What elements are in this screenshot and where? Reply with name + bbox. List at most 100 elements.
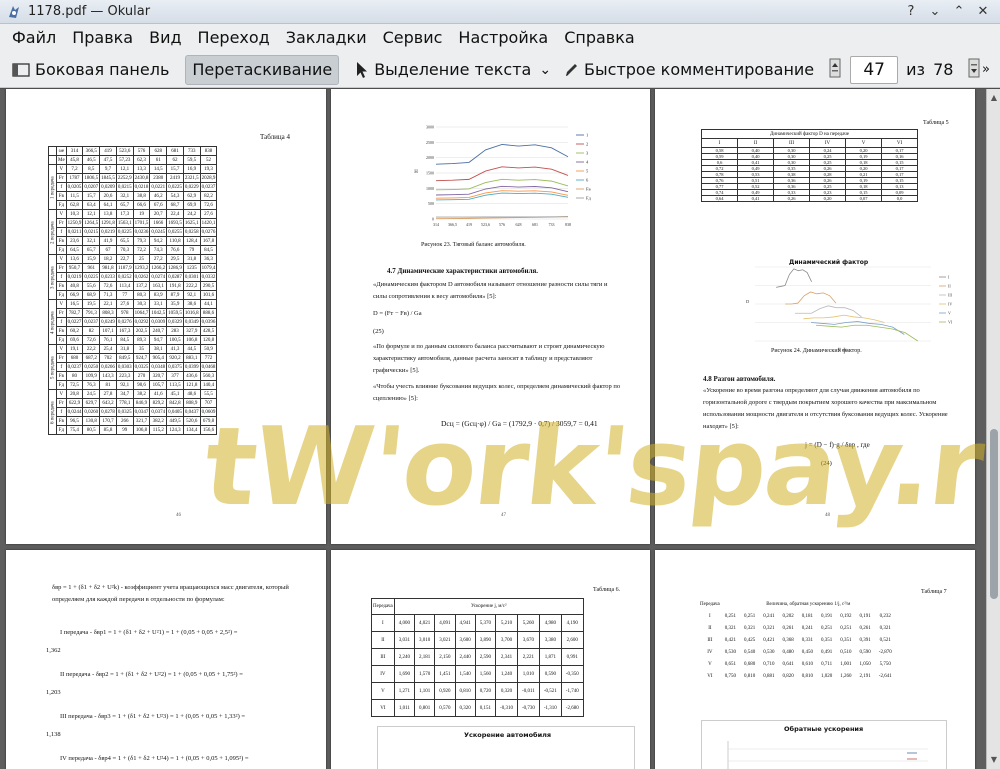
- table-cell: 978: [115, 308, 134, 318]
- table-cell: 0,720: [474, 682, 497, 700]
- table-cell: 19,3: [199, 164, 218, 174]
- sidebar-toggle-button[interactable]: Боковая панель: [6, 55, 175, 85]
- table-cell: 0,321: [763, 625, 775, 631]
- menu-bookmarks[interactable]: Закладки: [278, 24, 375, 52]
- table-cell: 950,7: [65, 263, 84, 273]
- text-select-tool-button[interactable]: Выделение текста: [349, 55, 537, 85]
- quick-comment-button[interactable]: Быстрое комментирование: [557, 55, 820, 85]
- table-cell: 0,0399: [182, 362, 201, 372]
- table-cell: 19,5: [82, 299, 101, 309]
- maximize-icon[interactable]: ⌃: [948, 2, 970, 22]
- table-cell: 19,1: [65, 344, 84, 354]
- table-cell: 33,1: [149, 299, 168, 309]
- table-cell: 67,6: [149, 200, 168, 210]
- vertical-scrollbar[interactable]: ▲ ▼: [986, 89, 1000, 769]
- help-icon[interactable]: ?: [900, 2, 922, 22]
- table-cell: 0,0348: [149, 362, 168, 372]
- page-number: 46: [176, 513, 181, 518]
- table-cell: 2,590: [474, 648, 497, 666]
- table-cell: 46,2: [149, 191, 168, 201]
- menu-settings[interactable]: Настройка: [450, 24, 556, 52]
- x-tick-label: 419: [466, 222, 472, 227]
- document-view[interactable]: Таблица 4 ωe 314 366,5 419 523,6 576 628 681 733…: [0, 89, 986, 769]
- gear-label-cell: 4 передача: [48, 299, 57, 345]
- table-cell: -2,680: [560, 699, 584, 717]
- table-cell: Fт: [56, 218, 67, 228]
- table-row: Fт 782,7 791,3 808,3 978 1064,7 1042,5 1059,5 10…: [49, 308, 218, 318]
- table-cell: 18,2: [99, 254, 117, 264]
- more-tools-icon[interactable]: »: [982, 62, 990, 77]
- scroll-up-icon[interactable]: ▲: [987, 91, 1000, 105]
- table-cell: 0,0219: [99, 227, 117, 237]
- table-cell: 0,0233: [99, 272, 117, 282]
- table-cell: 36,3: [199, 254, 218, 264]
- minimize-icon[interactable]: ⌄: [924, 2, 946, 22]
- page-down-icon[interactable]: [967, 58, 981, 82]
- page-number: 48: [825, 513, 830, 518]
- table-header-cell: VI: [881, 138, 918, 148]
- table-cell: V: [371, 682, 395, 700]
- table-header-cell: Ускорение j, м/с²: [393, 598, 584, 615]
- table-cell: 71,3: [99, 290, 117, 300]
- table-cell: 778,1: [115, 398, 134, 408]
- table-cell: 41,9: [99, 236, 117, 246]
- page-up-icon[interactable]: [828, 58, 842, 82]
- table-cell: 0,0205: [65, 182, 84, 192]
- table-cell: 0,0215: [82, 227, 101, 237]
- menu-view[interactable]: Вид: [141, 24, 189, 52]
- table-cell: 65,7: [115, 200, 134, 210]
- table-cell: 170,7: [99, 416, 117, 426]
- series-line: [435, 143, 569, 165]
- y-tick-label: 2500: [426, 140, 434, 145]
- table-cell: 0,421: [724, 637, 737, 643]
- table-cell: 1266,2: [149, 263, 168, 273]
- table-cell: 1264,5: [82, 218, 101, 228]
- table-cell: 3,031: [393, 631, 416, 649]
- table-cell: 12,1: [115, 164, 134, 174]
- formula-line: I передача - δвр1 = 1 + (δ1 + δ2 + U²1) …: [60, 629, 238, 636]
- table-cell: 109,9: [82, 371, 101, 381]
- table-row: Fд 66,9 68,9 71,3 77 80,3 83,9 87,9 92,1 101,6: [49, 290, 218, 300]
- x-tick-label: 628: [516, 222, 522, 227]
- browse-tool-button[interactable]: Перетаскивание: [185, 54, 340, 85]
- menu-help[interactable]: Справка: [556, 24, 643, 52]
- menu-edit[interactable]: Правка: [64, 24, 141, 52]
- table-cell: 327,9: [182, 326, 201, 336]
- table-cell: 0,0225: [82, 272, 101, 282]
- table-cell: 0,711: [821, 661, 833, 667]
- table-cell: 89,3: [132, 335, 151, 345]
- x-tick-label: 576: [499, 222, 505, 227]
- table-cell: 134,4: [182, 425, 201, 435]
- menu-tools[interactable]: Сервис: [375, 24, 451, 52]
- table-cell: 81: [99, 380, 117, 390]
- table-cell: 38,2: [132, 389, 151, 399]
- table-cell: 62: [166, 155, 184, 165]
- table-cell: 45,1: [166, 389, 184, 399]
- scroll-down-icon[interactable]: ▼: [987, 753, 1000, 767]
- table-cell: 106,8: [132, 425, 151, 435]
- table-cell: 1286,9: [166, 263, 184, 273]
- table-cell: 321,7: [132, 416, 151, 426]
- legend-label: Fв: [586, 187, 591, 192]
- legend-label: III: [948, 293, 953, 298]
- table-cell: 124,3: [166, 425, 184, 435]
- chevron-down-icon[interactable]: ⌄: [539, 62, 551, 78]
- table-cell: 0,0278: [99, 407, 117, 417]
- table-cell: 32,1: [82, 236, 101, 246]
- page-number-input[interactable]: 47: [850, 55, 899, 84]
- scrollbar-thumb[interactable]: [990, 429, 998, 599]
- table-cell: V: [56, 209, 67, 219]
- menu-file[interactable]: Файл: [4, 24, 64, 52]
- series-line: [785, 291, 837, 305]
- close-icon[interactable]: ✕: [972, 2, 994, 22]
- pen-icon: [566, 63, 578, 76]
- table-cell: 68,9: [82, 290, 101, 300]
- table-cell: 100,5: [166, 335, 184, 345]
- section-heading: 4.7 Динамические характеристики автомоби…: [387, 267, 539, 275]
- table-cell: 20,7: [149, 209, 168, 219]
- menu-go[interactable]: Переход: [190, 24, 278, 52]
- table-title-cell: Динамический фактор D на передаче: [701, 129, 918, 139]
- table-cell: 25: [132, 254, 151, 264]
- table-cell: 4,091: [434, 614, 456, 632]
- table-cell: -1,310: [538, 699, 562, 717]
